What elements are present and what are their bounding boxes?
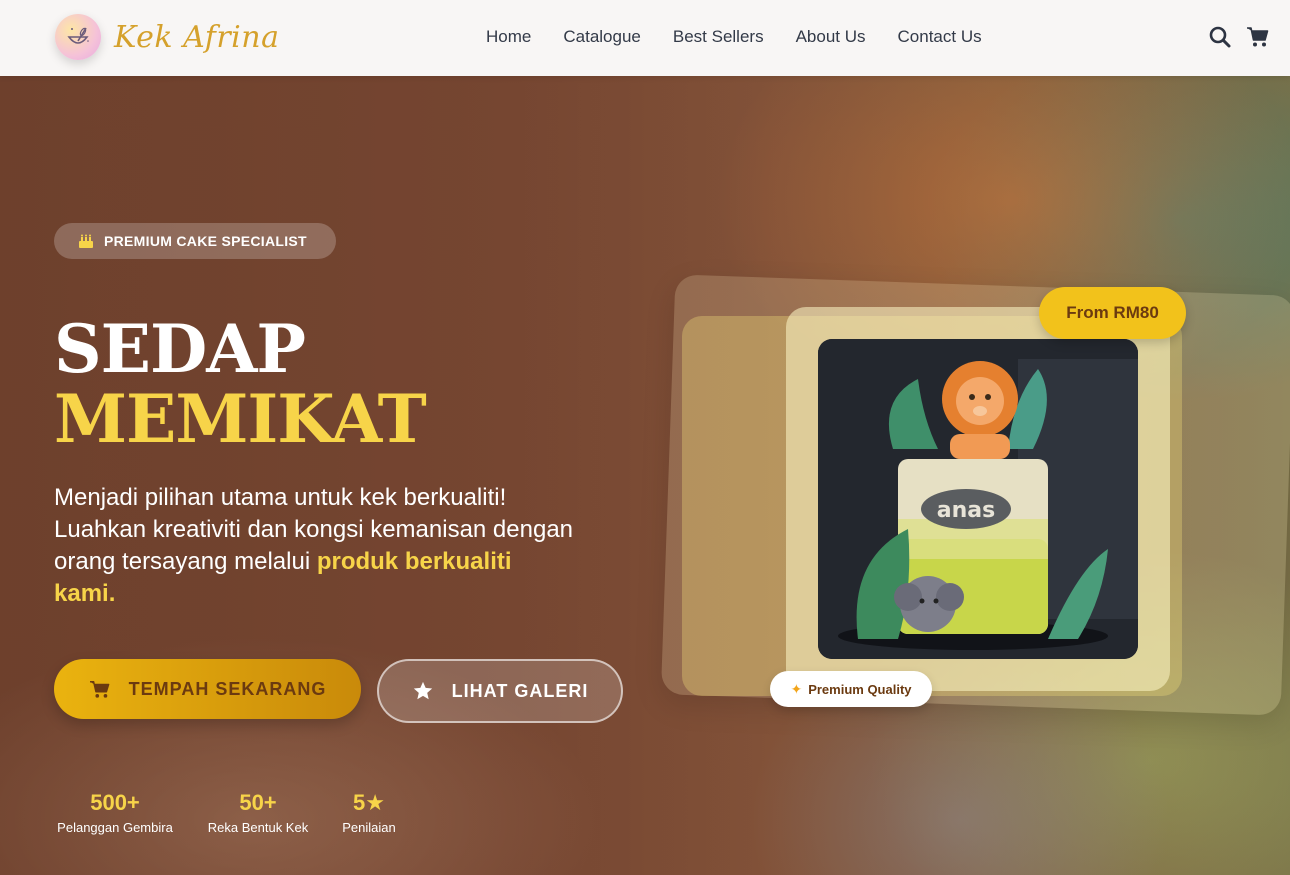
nav-catalogue[interactable]: Catalogue xyxy=(563,27,641,47)
nav-contact-us[interactable]: Contact Us xyxy=(898,27,982,47)
star-icon xyxy=(413,681,432,700)
cake-illustration: anas xyxy=(818,339,1138,659)
stat-label: Penilaian xyxy=(342,820,396,835)
main-nav: Home Catalogue Best Sellers About Us Con… xyxy=(486,27,1014,47)
stat-value: 5★ xyxy=(353,790,385,815)
badge-text: PREMIUM CAKE SPECIALIST xyxy=(104,233,307,249)
order-now-button[interactable]: TEMPAH SEKARANG xyxy=(54,659,361,719)
order-now-label: TEMPAH SEKARANG xyxy=(128,678,327,699)
nav-about-us[interactable]: About Us xyxy=(796,27,866,47)
cake-name-text: anas xyxy=(937,498,995,523)
nav-best-sellers[interactable]: Best Sellers xyxy=(673,27,764,47)
view-gallery-button[interactable]: LIHAT GALERI xyxy=(377,659,623,723)
stat-value: 50+ xyxy=(239,790,277,815)
birthday-cake-icon xyxy=(79,234,93,248)
stat-value: 500+ xyxy=(90,790,140,815)
view-gallery-label: LIHAT GALERI xyxy=(451,680,589,701)
stat-designs: 50+ Reka Bentuk Kek xyxy=(206,790,310,835)
header-actions xyxy=(1194,25,1270,49)
price-badge: From RM80 xyxy=(1039,287,1186,339)
search-icon[interactable] xyxy=(1208,25,1232,49)
stat-rating: 5★ Penilaian xyxy=(340,790,398,835)
whisk-logo-icon xyxy=(55,14,101,60)
brand-logo[interactable]: Kek Afrina xyxy=(55,14,279,60)
cart-icon xyxy=(89,681,110,698)
quality-label: Premium Quality xyxy=(808,681,912,697)
cart-icon[interactable] xyxy=(1246,25,1270,49)
specialist-badge: PREMIUM CAKE SPECIALIST xyxy=(54,223,336,259)
hero-title-line2: MEMIKAT xyxy=(54,380,427,458)
stat-label: Reka Bentuk Kek xyxy=(207,820,309,835)
hero-description: Menjadi pilihan utama untuk kek berkuali… xyxy=(54,482,574,610)
brand-name: Kek Afrina xyxy=(114,19,280,55)
featured-cake-image[interactable]: anas xyxy=(818,339,1138,659)
hero-title-line1: SEDAP xyxy=(54,310,306,388)
stat-label: Pelanggan Gembira xyxy=(57,820,173,835)
stat-customers: 500+ Pelanggan Gembira xyxy=(54,790,176,835)
premium-quality-badge: ✦ Premium Quality xyxy=(770,671,932,707)
nav-home[interactable]: Home xyxy=(486,27,531,47)
site-header: Kek Afrina Home Catalogue Best Sellers A… xyxy=(0,0,1290,76)
sparkle-icon: ✦ xyxy=(790,680,803,697)
